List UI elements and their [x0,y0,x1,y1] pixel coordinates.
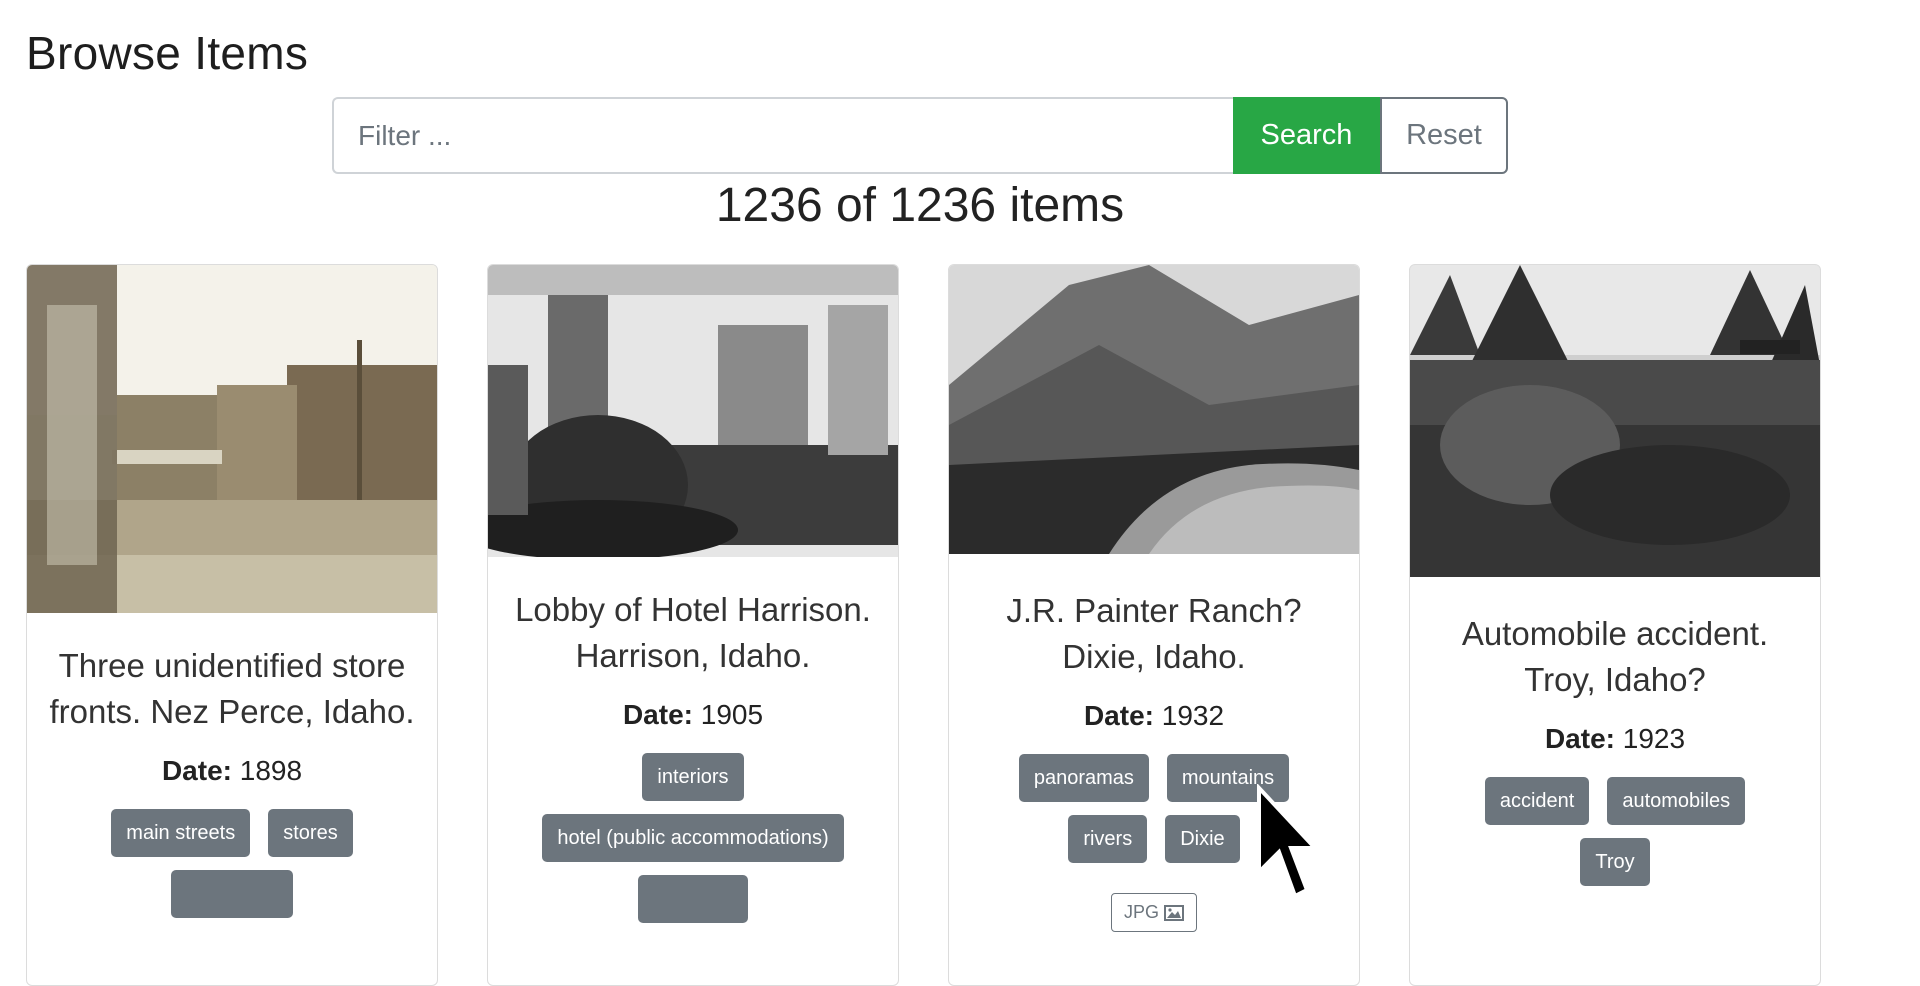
item-thumbnail[interactable] [1410,265,1820,577]
item-card[interactable]: Three unidentified store fronts. Nez Per… [26,264,438,986]
item-thumbnail[interactable] [27,265,437,613]
item-title[interactable]: J.R. Painter Ranch? Dixie, Idaho. [969,588,1339,680]
tag-list: main streets stores [47,809,417,918]
item-date: Date: 1932 [969,700,1339,732]
tag[interactable]: Dixie [1165,815,1240,863]
item-date: Date: 1923 [1430,723,1800,755]
item-thumbnail[interactable] [488,265,898,557]
tag[interactable]: automobiles [1607,777,1746,825]
item-title[interactable]: Automobile accident. Troy, Idaho? [1430,611,1800,703]
mouse-pointer-icon [1257,784,1315,899]
tag[interactable]: main streets [111,809,251,857]
date-label: Date: [1544,723,1615,754]
item-title[interactable]: Three unidentified store fronts. Nez Per… [47,643,417,735]
date-value: 1905 [700,699,764,730]
tag[interactable]: stores [268,809,353,857]
format-label: JPG [1123,902,1159,922]
tag-list: interiors hotel (public accommodations) [508,753,878,923]
date-value: 1932 [1161,700,1225,731]
image-icon [1164,905,1185,922]
tag-list: accident automobiles Troy [1430,777,1800,886]
item-thumbnail[interactable] [949,265,1359,554]
item-card[interactable]: Automobile accident. Troy, Idaho? Date: … [1409,264,1821,986]
item-date: Date: 1898 [47,755,417,787]
date-value: 1923 [1622,723,1686,754]
tag[interactable]: interiors [642,753,744,801]
search-button[interactable]: Search [1233,97,1380,174]
item-count: 1236 of 1236 items [715,179,1125,232]
tag[interactable]: hotel (public accommodations) [542,814,844,862]
date-label: Date: [622,699,693,730]
tag[interactable]: panoramas [1018,754,1149,802]
tag[interactable]: Troy [1580,838,1650,886]
filter-input[interactable] [332,97,1233,174]
tag[interactable] [171,870,293,918]
item-date: Date: 1905 [508,699,878,731]
item-title[interactable]: Lobby of Hotel Harrison. Harrison, Idaho… [508,587,878,679]
date-label: Date: [161,755,232,786]
date-value: 1898 [239,755,303,786]
format-badge[interactable]: JPG [1110,893,1198,932]
reset-button[interactable]: Reset [1380,97,1508,174]
page-title: Browse Items [26,27,309,79]
tag[interactable]: accident [1484,777,1590,825]
tag[interactable] [638,875,748,923]
item-card[interactable]: Lobby of Hotel Harrison. Harrison, Idaho… [487,264,899,986]
date-label: Date: [1083,700,1154,731]
tag[interactable]: rivers [1068,815,1148,863]
search-bar: Search Reset [332,97,1508,174]
